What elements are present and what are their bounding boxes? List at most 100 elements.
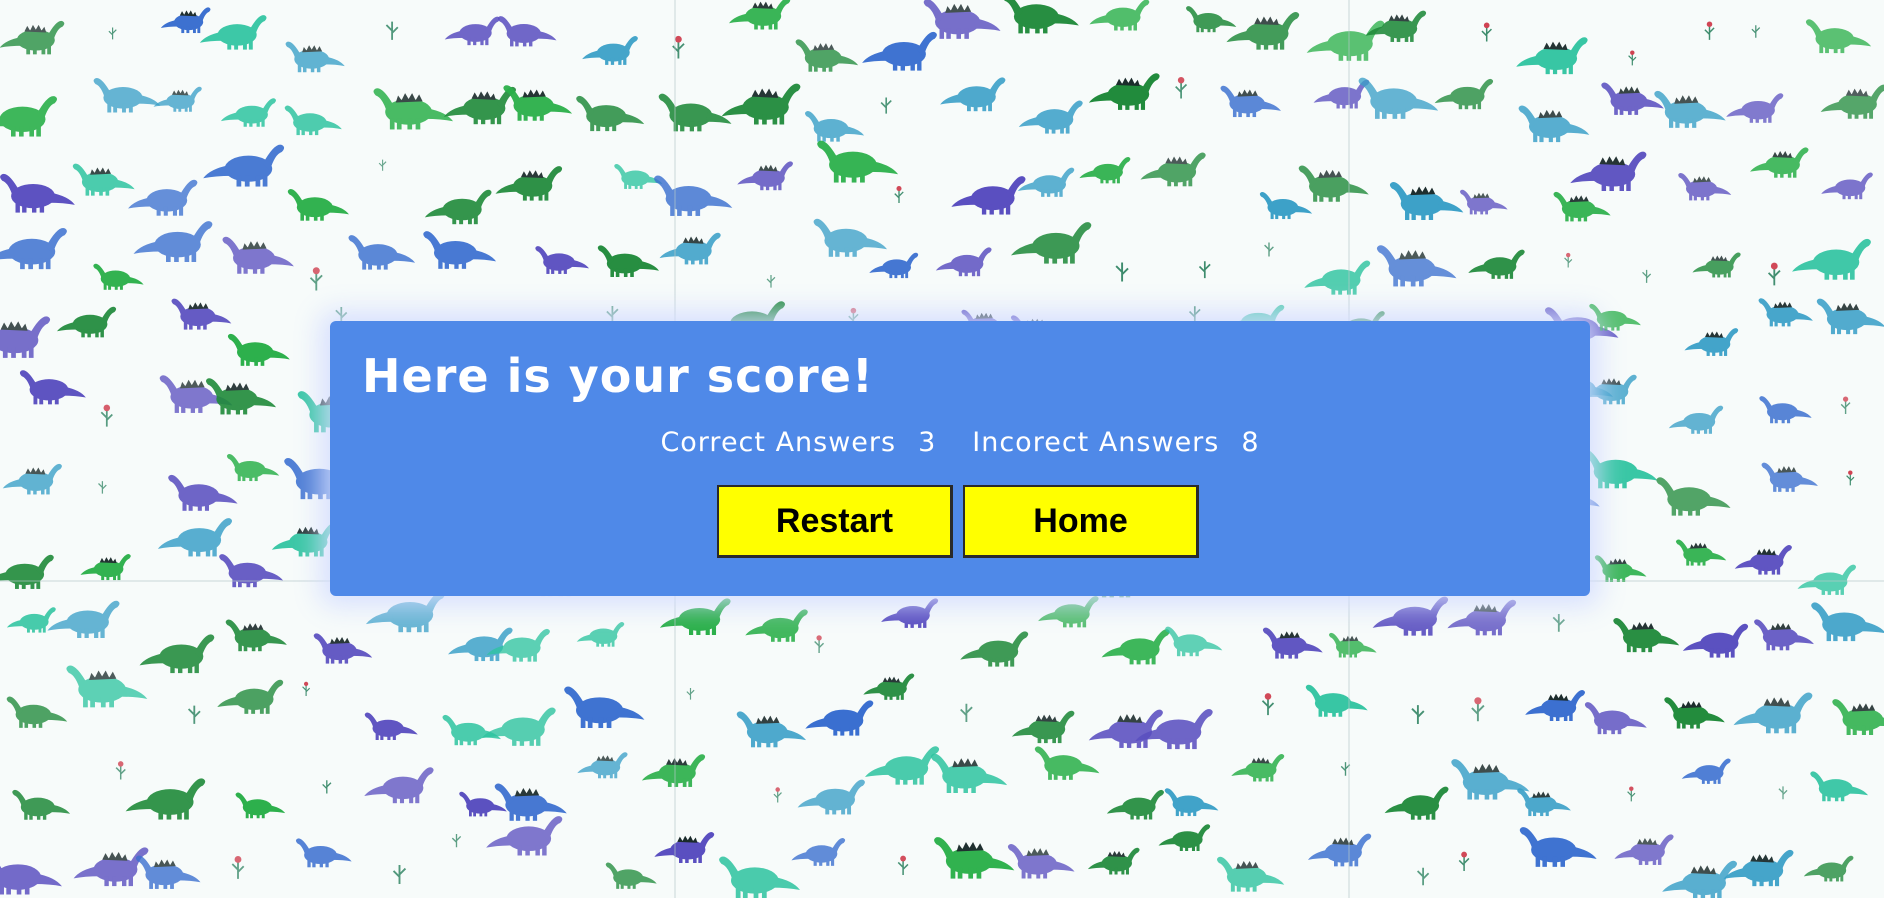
dinosaur-icon: [423, 231, 497, 269]
dinosaur-icon: [133, 221, 213, 262]
dinosaur-icon: [235, 792, 286, 819]
dinosaur-icon: [719, 856, 801, 898]
plant-icon: [1115, 262, 1129, 282]
plant-icon: [108, 27, 117, 40]
dinosaur-icon: [960, 631, 1029, 667]
dinosaur-icon: [0, 316, 51, 358]
dinosaur-icon: [791, 838, 846, 866]
dinosaur-icon: [1601, 82, 1664, 115]
dinosaur-icon: [373, 88, 454, 130]
dinosaur-icon: [1034, 746, 1100, 780]
dinosaur-icon: [6, 696, 68, 728]
plant-icon: [960, 703, 973, 723]
dinosaur-icon: [931, 753, 1008, 793]
dinosaur-icon: [459, 791, 507, 817]
dinosaur-icon: [1656, 477, 1731, 516]
dinosaur-icon: [795, 39, 859, 72]
dinosaur-icon: [1816, 298, 1884, 335]
dinosaur-icon: [1811, 602, 1884, 642]
dinosaur-icon: [1220, 85, 1282, 118]
dinosaur-icon: [659, 598, 731, 635]
restart-button[interactable]: Restart: [717, 485, 953, 558]
dinosaur-icon: [227, 333, 290, 366]
dinosaur-icon: [1516, 37, 1588, 75]
dinosaur-icon: [1088, 73, 1160, 110]
plant-icon: [1840, 396, 1851, 415]
dinosaur-icon: [1372, 596, 1449, 636]
dinosaur-icon: [869, 252, 919, 279]
dinosaur-icon: [736, 711, 807, 748]
dinosaur-icon: [1376, 245, 1457, 287]
dinosaur-icon: [0, 864, 62, 895]
plant-icon: [231, 856, 245, 879]
plant-icon: [880, 97, 892, 114]
dinosaur-icon: [862, 31, 937, 71]
dinosaur-icon: [1101, 629, 1170, 665]
dinosaur-icon: [486, 816, 563, 856]
plant-icon: [302, 681, 311, 696]
dinosaur-icon: [1517, 788, 1571, 817]
dinosaur-icon: [1004, 0, 1079, 34]
plant-icon: [309, 267, 323, 291]
dinosaur-icon: [577, 752, 628, 779]
dinosaur-icon: [295, 838, 352, 868]
dinosaur-icon: [2, 463, 62, 495]
dinosaur-icon: [199, 15, 267, 50]
dinosaur-icon: [1226, 11, 1300, 50]
dinosaur-icon: [0, 20, 65, 55]
plant-icon: [1846, 470, 1855, 486]
dinosaur-icon: [56, 306, 117, 338]
dinosaur-icon: [160, 7, 211, 34]
home-button[interactable]: Home: [963, 485, 1199, 558]
dinosaur-icon: [1007, 844, 1075, 879]
dinosaur-icon: [1140, 152, 1206, 187]
dinosaur-icon: [1519, 827, 1597, 867]
dinosaur-icon: [654, 175, 733, 216]
dinosaur-icon: [1087, 847, 1140, 875]
dinosaur-icon: [364, 712, 418, 740]
dinosaur-icon: [1664, 697, 1725, 729]
dinosaur-icon: [745, 609, 808, 642]
dinosaur-icon: [1726, 93, 1784, 123]
dinosaur-icon: [1750, 147, 1809, 178]
dinosaur-icon: [1684, 328, 1739, 356]
dinosaur-icon: [805, 111, 865, 142]
dinosaur-icon: [1682, 623, 1749, 658]
score-title: Here is your score!: [362, 349, 874, 403]
dinosaur-icon: [564, 686, 645, 728]
button-row: Restart Home: [717, 485, 1199, 558]
dinosaur-icon: [285, 41, 345, 73]
dinosaur-icon: [1803, 855, 1854, 882]
dinosaur-icon: [1810, 771, 1869, 802]
dinosaur-icon: [1792, 238, 1871, 280]
correct-answers-value: 3: [918, 427, 937, 458]
dinosaur-icon: [203, 144, 285, 187]
dinosaur-icon: [1662, 860, 1737, 898]
dinosaur-icon: [1231, 754, 1285, 782]
plant-icon: [1642, 269, 1652, 283]
dinosaur-icon: [135, 855, 201, 889]
dinosaur-icon: [1553, 191, 1611, 222]
dinosaur-icon: [222, 236, 294, 274]
dinosaur-icon: [1165, 626, 1223, 657]
dinosaur-icon: [1164, 788, 1219, 817]
dinosaur-icon: [1451, 759, 1530, 800]
dinosaur-icon: [935, 247, 992, 277]
dinosaur-icon: [0, 227, 67, 270]
dinosaur-icon: [66, 665, 148, 708]
dinosaur-icon: [1805, 19, 1872, 54]
dinosaur-icon: [442, 714, 501, 746]
plant-icon: [686, 687, 695, 700]
dinosaur-icon: [217, 679, 284, 714]
dinosaur-icon: [881, 598, 939, 628]
dinosaur-icon: [93, 78, 161, 113]
plant-icon: [1411, 705, 1425, 725]
plant-icon: [1261, 693, 1275, 716]
dinosaur-icon: [1518, 105, 1590, 143]
dinosaur-icon: [1304, 260, 1371, 295]
plant-icon: [1564, 252, 1573, 268]
dinosaur-icon: [1614, 834, 1674, 865]
dinosaur-icon: [481, 707, 556, 746]
dinosaur-icon: [729, 0, 791, 30]
plant-icon: [1778, 786, 1788, 800]
